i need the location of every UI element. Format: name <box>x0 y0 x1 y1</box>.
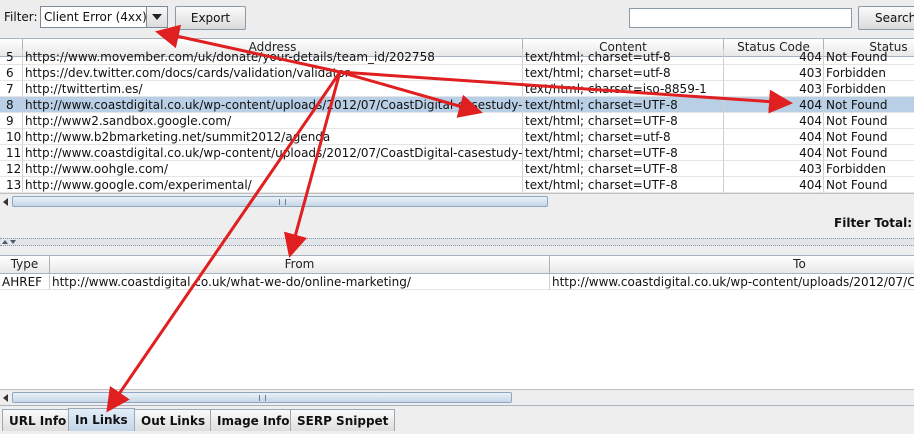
cell-index: 12 <box>0 161 23 177</box>
collapse-up-icon[interactable] <box>2 240 8 244</box>
cell-to: http://www.coastdigital.co.uk/wp-content… <box>550 274 914 290</box>
scrollbar-thumb[interactable] <box>12 392 512 403</box>
toolbar: Filter: Client Error (4xx) Export Search <box>0 0 914 36</box>
inlinks-horizontal-scrollbar[interactable] <box>0 389 914 406</box>
cell-type: AHREF <box>0 274 50 290</box>
cell-content: text/html; charset=UTF-8 <box>523 177 724 193</box>
column-header-type[interactable]: Type <box>0 256 50 273</box>
search-button[interactable]: Search <box>858 6 914 30</box>
cell-address: http://www.oohgle.com/ <box>23 161 523 177</box>
cell-index: 5 <box>0 49 23 65</box>
cell-content: text/html; charset=utf-8 <box>523 49 724 65</box>
tab-serp-snippet[interactable]: SERP Snippet <box>290 409 396 431</box>
cell-index: 10 <box>0 129 23 145</box>
cell-address: http://www.coastdigital.co.uk/wp-content… <box>23 145 523 161</box>
cell-address: http://twittertim.es/ <box>23 81 523 97</box>
urls-horizontal-scrollbar[interactable] <box>0 193 914 210</box>
cell-status: Forbidden <box>824 81 914 97</box>
tab-url-info[interactable]: URL Info <box>2 409 74 431</box>
search-input[interactable] <box>629 8 852 28</box>
cell-content: text/html; charset=UTF-8 <box>523 113 724 129</box>
urls-table[interactable]: Address Content Status Code Status 5 http… <box>0 38 914 194</box>
table-row[interactable]: 8 http://www.coastdigital.co.uk/wp-conten… <box>0 97 914 113</box>
scroll-left-arrow-icon[interactable] <box>3 394 8 402</box>
cell-index: 8 <box>0 97 23 113</box>
cell-status: Not Found <box>824 113 914 129</box>
export-button[interactable]: Export <box>175 6 246 30</box>
cell-address: http://www.b2bmarketing.net/summit2012/a… <box>23 129 523 145</box>
cell-index: 11 <box>0 145 23 161</box>
cell-index: 7 <box>0 81 23 97</box>
cell-content: text/html; charset=UTF-8 <box>523 97 724 113</box>
cell-status: Not Found <box>824 129 914 145</box>
column-header-to[interactable]: To <box>550 256 914 273</box>
filter-dropdown-value: Client Error (4xx) <box>44 10 147 24</box>
cell-status: Not Found <box>824 177 914 193</box>
filter-total-label: Filter Total: <box>834 216 912 230</box>
filter-dropdown[interactable]: Client Error (4xx) <box>40 6 168 28</box>
table-row[interactable]: 9 http://www2.sandbox.google.com/text/htm… <box>0 113 914 129</box>
cell-from: http://www.coastdigital.co.uk/what-we-do… <box>50 274 550 290</box>
cell-status-code: 403 <box>724 161 824 177</box>
inlinks-table-header: Type From To <box>0 256 914 274</box>
cell-content: text/html; charset=UTF-8 <box>523 161 724 177</box>
table-row[interactable]: 7 http://twittertim.es/text/html; charset… <box>0 81 914 97</box>
table-row[interactable]: 11 http://www.coastdigital.co.uk/wp-conte… <box>0 145 914 161</box>
tab-image-info[interactable]: Image Info <box>210 409 297 431</box>
cell-status-code: 404 <box>724 113 824 129</box>
grip-icon <box>279 199 286 205</box>
cell-status-code: 404 <box>724 177 824 193</box>
table-row[interactable]: 12 http://www.oohgle.com/text/html; chars… <box>0 161 914 177</box>
filter-label: Filter: <box>4 10 38 24</box>
cell-status-code: 404 <box>724 129 824 145</box>
table-row[interactable]: AHREF http://www.coastdigital.co.uk/what… <box>0 274 914 290</box>
dropdown-arrow-button[interactable] <box>146 7 167 27</box>
table-row[interactable]: 10 http://www.b2bmarketing.net/summit2012… <box>0 129 914 145</box>
tab-out-links[interactable]: Out Links <box>134 409 213 431</box>
column-header-from[interactable]: From <box>50 256 550 273</box>
cell-content: text/html; charset=UTF-8 <box>523 145 724 161</box>
cell-address: https://www.movember.com/uk/donate/your-… <box>23 49 523 65</box>
cell-status: Forbidden <box>824 161 914 177</box>
cell-status-code: 404 <box>724 49 824 65</box>
table-row[interactable]: 13 http://www.google.com/experimental/tex… <box>0 177 914 193</box>
scroll-left-arrow-icon[interactable] <box>3 198 8 206</box>
cell-content: text/html; charset=utf-8 <box>523 65 724 81</box>
cell-status-code: 404 <box>724 145 824 161</box>
tab-in-links[interactable]: In Links <box>68 408 135 431</box>
inlinks-table[interactable]: Type From To AHREF http://www.coastdigit… <box>0 255 914 406</box>
cell-status: Not Found <box>824 97 914 113</box>
chevron-down-icon <box>152 14 162 20</box>
detail-tabs: URL Info In Links Out Links Image Info S… <box>0 405 914 434</box>
cell-status-code: 403 <box>724 81 824 97</box>
table-row[interactable]: 5 https://www.movember.com/uk/donate/your… <box>0 49 914 65</box>
scrollbar-thumb[interactable] <box>12 196 548 207</box>
cell-content: text/html; charset=iso-8859-1 <box>523 81 724 97</box>
expand-down-icon[interactable] <box>10 240 16 244</box>
table-row[interactable]: 6 https://dev.twitter.com/docs/cards/vali… <box>0 65 914 81</box>
cell-status-code: 404 <box>724 97 824 113</box>
cell-index: 9 <box>0 113 23 129</box>
grip-icon <box>259 395 266 401</box>
cell-address: http://www.coastdigital.co.uk/wp-content… <box>23 97 523 113</box>
cell-content: text/html; charset=utf-8 <box>523 129 724 145</box>
cell-address: http://www.google.com/experimental/ <box>23 177 523 193</box>
cell-index: 6 <box>0 65 23 81</box>
cell-status: Forbidden <box>824 65 914 81</box>
split-pane-divider[interactable] <box>0 238 914 246</box>
cell-address: https://dev.twitter.com/docs/cards/valid… <box>23 65 523 81</box>
cell-status: Not Found <box>824 145 914 161</box>
cell-address: http://www2.sandbox.google.com/ <box>23 113 523 129</box>
cell-status: Not Found <box>824 49 914 65</box>
cell-status-code: 403 <box>724 65 824 81</box>
cell-index: 13 <box>0 177 23 193</box>
